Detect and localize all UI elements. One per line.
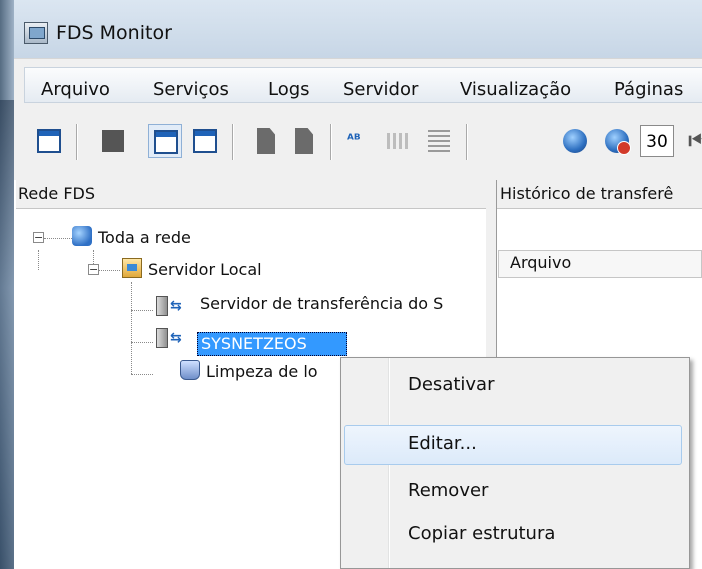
tree-item-limpeza[interactable]: Limpeza de lo	[206, 362, 318, 381]
desktop-background	[0, 0, 14, 569]
cleanup-icon	[180, 360, 200, 380]
window-title: FDS Monitor	[56, 22, 172, 44]
network-icon	[72, 226, 92, 246]
context-menu-hover	[344, 425, 682, 465]
toolbar-grid-button[interactable]	[422, 124, 456, 158]
menu-visualizacao[interactable]: Visualização	[460, 79, 571, 100]
toolbar-doc-button[interactable]	[250, 124, 284, 158]
globe-alert-icon	[605, 129, 631, 155]
transfer-server-icon	[156, 328, 168, 348]
stop-icon	[102, 130, 124, 152]
toolbar-stop-button[interactable]	[96, 124, 130, 158]
tree-item-servidor-local[interactable]: Servidor Local	[148, 260, 262, 279]
view-details-icon	[154, 130, 178, 154]
collapse-toda-rede[interactable]: −	[33, 232, 44, 243]
collapse-servidor-local[interactable]: −	[88, 264, 99, 275]
menu-servicos[interactable]: Serviços	[153, 79, 229, 100]
text-icon: ᴬᴮ	[347, 132, 361, 148]
app-icon	[24, 22, 48, 44]
tree-item-toda-rede[interactable]: Toda a rede	[98, 228, 191, 247]
toolbar-refresh-alert-button[interactable]	[600, 124, 634, 158]
menu-servidor[interactable]: Servidor	[343, 79, 418, 100]
right-pane-title: Histórico de transferê	[500, 184, 674, 203]
globe-icon	[563, 129, 587, 153]
toolbar-doc2-button[interactable]	[288, 124, 322, 158]
tree-item-sysnetzeos[interactable]: SYSNETZEOS	[201, 334, 307, 353]
menu-item-editar[interactable]: Editar...	[408, 433, 477, 454]
toolbar-list-button[interactable]	[188, 124, 222, 158]
window-icon	[37, 129, 61, 153]
toolbar-refresh-button[interactable]	[558, 124, 592, 158]
toolbar-window-button[interactable]	[32, 124, 66, 158]
menu-logs[interactable]: Logs	[268, 79, 310, 100]
menu-paginas[interactable]: Páginas	[614, 79, 683, 100]
menu-item-desativar[interactable]: Desativar	[408, 374, 494, 395]
doc2-icon	[295, 128, 313, 154]
transfer-server-icon	[156, 296, 168, 316]
left-pane-title: Rede FDS	[18, 184, 96, 203]
toolbar-dots-button[interactable]	[382, 124, 416, 158]
menu-item-remover[interactable]: Remover	[408, 480, 488, 501]
local-server-icon	[122, 258, 142, 278]
app-window: FDS Monitor Arquivo Serviços Logs Servid…	[0, 0, 702, 569]
column-header-label: Arquivo	[510, 253, 572, 272]
tree-item-servidor-transferencia[interactable]: Servidor de transferência do S	[200, 294, 443, 313]
toolbar-details-button[interactable]	[148, 124, 182, 158]
menu-item-copiar-estrutura[interactable]: Copiar estrutura	[408, 523, 555, 544]
doc-icon	[257, 128, 275, 154]
dots-icon	[387, 133, 411, 149]
toolbar-text-button[interactable]: ᴬᴮ	[342, 124, 376, 158]
first-page-icon[interactable]: ⏮	[688, 126, 702, 157]
menu-arquivo[interactable]: Arquivo	[41, 79, 110, 100]
refresh-interval-field[interactable]: 30	[640, 125, 674, 157]
view-list-icon	[193, 129, 217, 153]
grid-icon	[428, 130, 450, 152]
